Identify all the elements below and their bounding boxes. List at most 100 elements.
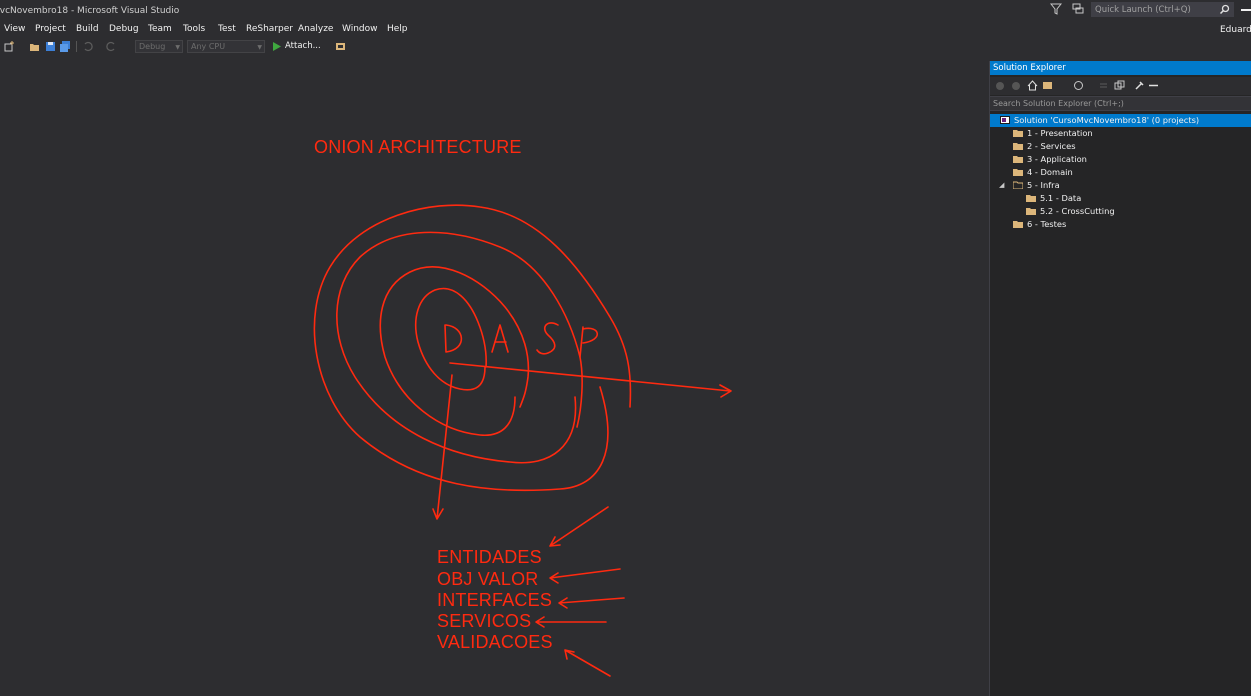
tree-item-label: 3 - Application [1027, 154, 1087, 164]
open-folder-icon[interactable] [29, 41, 40, 52]
switch-views-icon[interactable] [1042, 80, 1053, 91]
annotation-interfaces: INTERFACES [437, 590, 553, 610]
redo-icon[interactable] [106, 41, 117, 52]
back-icon[interactable] [995, 81, 1005, 91]
folder-icon [1013, 221, 1023, 228]
menu-window[interactable]: Window [342, 24, 378, 34]
layer-letter-d [444, 324, 463, 353]
onion-ring-outer [313, 204, 632, 492]
tree-item-label: 1 - Presentation [1027, 128, 1093, 138]
menu-team[interactable]: Team [148, 24, 172, 34]
quick-launch-placeholder: Quick Launch (Ctrl+Q) [1095, 5, 1191, 15]
arrow-validacoes [564, 649, 611, 677]
user-name[interactable]: Eduardo [1220, 25, 1251, 35]
arrow-right [449, 362, 732, 398]
solution-explorer-search-placeholder: Search Solution Explorer (Ctrl+;) [993, 99, 1124, 108]
onion-ring-inner [414, 287, 487, 391]
tree-item-label: 4 - Domain [1027, 167, 1073, 177]
expanded-arrow-icon[interactable]: ◢ [999, 181, 1004, 189]
quick-launch-input[interactable]: Quick Launch (Ctrl+Q) [1091, 2, 1234, 17]
menu-debug[interactable]: Debug [109, 24, 139, 34]
configuration-value: Debug [139, 42, 166, 51]
solution-explorer-search-input[interactable]: Search Solution Explorer (Ctrl+;) [990, 96, 1251, 111]
menu-project[interactable]: Project [35, 24, 66, 34]
forward-icon[interactable] [1011, 81, 1021, 91]
sync-icon[interactable] [1098, 80, 1109, 91]
menu-tools[interactable]: Tools [183, 24, 205, 34]
tree-item-crosscutting[interactable]: 5.2 - CrossCutting [990, 205, 1251, 218]
minimize-icon[interactable] [1241, 9, 1251, 11]
menu-analyze[interactable]: Analyze [298, 24, 333, 34]
folder-icon [1013, 130, 1023, 137]
tree-item-presentation[interactable]: 1 - Presentation [990, 127, 1251, 140]
annotation-entidades: ENTIDADES [437, 547, 542, 567]
attach-button[interactable]: Attach... [285, 41, 321, 51]
collapse-all-icon[interactable] [1114, 80, 1125, 91]
home-icon[interactable] [1027, 80, 1038, 91]
start-icon[interactable] [271, 41, 282, 52]
configuration-dropdown[interactable]: Debug ▼ [135, 40, 183, 53]
tree-item-data[interactable]: 5.1 - Data [990, 192, 1251, 205]
onion-ring-2 [336, 231, 583, 464]
tree-item-services[interactable]: 2 - Services [990, 140, 1251, 153]
tree-item-domain[interactable]: 4 - Domain [990, 166, 1251, 179]
solution-explorer-title: Solution Explorer [993, 63, 1066, 73]
tree-item-infra[interactable]: ◢ 5 - Infra [990, 179, 1251, 192]
open-folder-icon [1013, 181, 1023, 189]
folder-icon [1013, 156, 1023, 163]
annotation-validacoes: VALIDACOES [437, 632, 553, 652]
undo-icon[interactable] [82, 41, 93, 52]
new-project-icon[interactable] [4, 41, 15, 52]
arrow-interfaces [558, 597, 625, 609]
solution-explorer-panel: Solution Explorer Search Solution Explor… [989, 61, 1251, 696]
tree-item-label: 5.2 - CrossCutting [1040, 206, 1115, 216]
title-bar: MvcNovembro18 - Microsoft Visual Studio … [0, 0, 1251, 22]
menu-bar: View Project Build Debug Team Tools Test… [0, 22, 1251, 37]
pending-changes-icon[interactable] [1073, 80, 1084, 91]
folder-icon [1026, 208, 1036, 215]
chevron-down-icon: ▼ [257, 44, 262, 51]
arrow-entidades [549, 506, 609, 547]
folder-icon [1026, 195, 1036, 202]
tree-item-label: 5.1 - Data [1040, 193, 1082, 203]
tree-item-label: 6 - Testes [1027, 219, 1067, 229]
tree-item-testes[interactable]: 6 - Testes [990, 218, 1251, 231]
chevron-down-icon: ▼ [175, 44, 180, 51]
layer-letter-p [579, 326, 599, 358]
toolbar-separator [76, 41, 77, 52]
menu-help[interactable]: Help [387, 24, 408, 34]
architecture-title: ONION ARCHITECTURE [314, 137, 522, 157]
menu-test[interactable]: Test [218, 24, 236, 34]
tree-item-solution[interactable]: Solution 'CursoMvcNovembro18' (0 project… [990, 114, 1251, 127]
layer-letter-a [491, 324, 509, 353]
platform-dropdown[interactable]: Any CPU ▼ [187, 40, 265, 53]
tree-item-label: Solution 'CursoMvcNovembro18' (0 project… [1014, 115, 1200, 125]
window-title: MvcNovembro18 - Microsoft Visual Studio [0, 6, 180, 16]
editor-area[interactable]: ONION ARCHITECTURE ENTIDADES OBJ VALOR I… [0, 57, 988, 696]
preview-icon[interactable] [1148, 80, 1159, 91]
tree-item-application[interactable]: 3 - Application [990, 153, 1251, 166]
solution-explorer-header[interactable]: Solution Explorer [990, 61, 1251, 75]
folder-icon [1013, 169, 1023, 176]
menu-resharper[interactable]: ReSharper [246, 24, 293, 34]
menu-view[interactable]: View [4, 24, 25, 34]
browser-link-icon[interactable] [335, 41, 346, 52]
folder-icon [1013, 143, 1023, 150]
tree-item-label: 2 - Services [1027, 141, 1076, 151]
layer-letter-s [536, 322, 559, 355]
toolbar: Debug ▼ Any CPU ▼ Attach... [0, 38, 1251, 55]
menu-build[interactable]: Build [76, 24, 99, 34]
save-all-icon[interactable] [60, 41, 71, 52]
properties-icon[interactable] [1134, 80, 1145, 91]
filter-icon[interactable] [1050, 3, 1062, 15]
arrow-servicos [535, 616, 607, 628]
platform-value: Any CPU [191, 42, 226, 51]
save-icon[interactable] [45, 41, 56, 52]
search-icon[interactable] [1219, 4, 1230, 15]
solution-icon [1000, 116, 1010, 124]
feedback-icon[interactable] [1072, 3, 1084, 15]
annotation-servicos: SERVICOS [437, 611, 532, 631]
solution-explorer-toolbar [990, 77, 1251, 95]
tree-item-label: 5 - Infra [1027, 180, 1060, 190]
annotation-obj-valor: OBJ VALOR [437, 569, 539, 589]
